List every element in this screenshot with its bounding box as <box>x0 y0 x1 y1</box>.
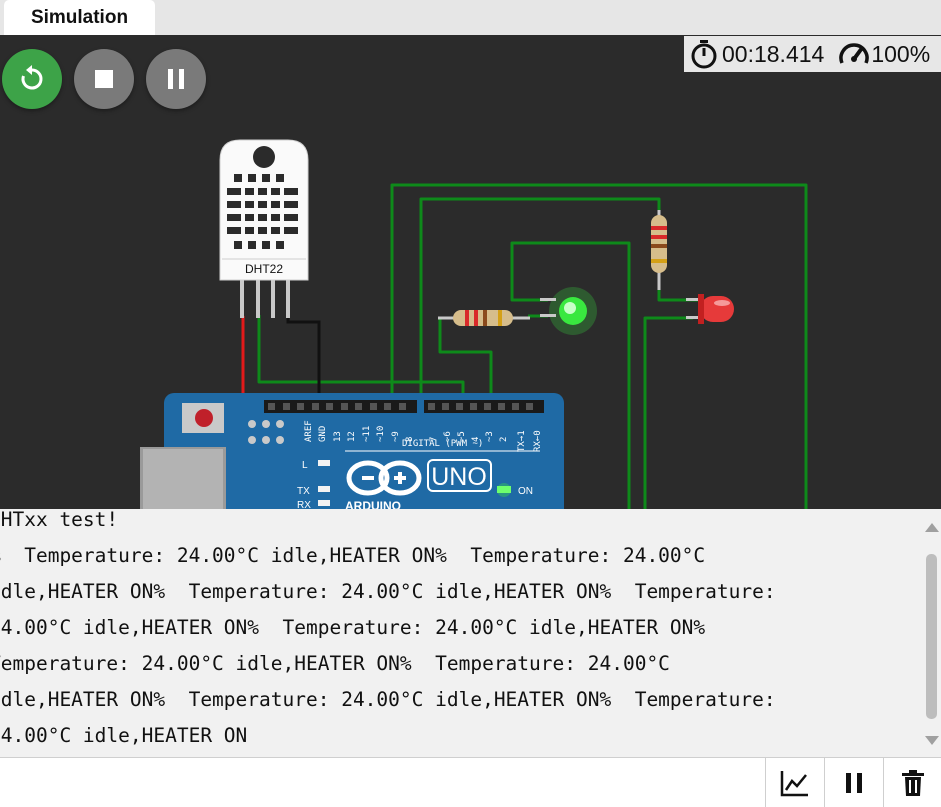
green-led[interactable] <box>540 287 597 335</box>
dht22-label: DHT22 <box>245 262 283 276</box>
speedometer-icon <box>839 43 870 64</box>
trash-icon <box>902 769 924 796</box>
pin-label: ~11 <box>362 426 372 442</box>
pin-label: RX←0 <box>533 430 543 452</box>
chart-icon <box>780 770 808 796</box>
wire-resistor-to-pin3 <box>438 318 493 402</box>
pin-label: TX→1 <box>517 430 527 452</box>
resistor-vertical[interactable] <box>651 210 667 290</box>
red-led[interactable] <box>686 294 734 324</box>
uno-label: UNO <box>431 463 487 491</box>
rx-label: RX <box>297 500 311 509</box>
stop-icon <box>95 70 113 88</box>
serial-output: DHTxx test! % Temperature: 24.00°C idle,… <box>0 509 776 747</box>
tab-simulation[interactable]: Simulation <box>4 0 155 35</box>
dht22-sensor[interactable]: DHT22 <box>219 139 309 318</box>
serial-monitor[interactable]: DHTxx test! % Temperature: 24.00°C idle,… <box>0 509 922 757</box>
simulation-speed: 100% <box>871 40 931 67</box>
simulation-canvas[interactable]: DHT22 AREF GND 13 12 ~11 ~10 ~9 8 7 ~6 ~… <box>0 35 941 509</box>
arduino-brand: ARDUINO <box>345 499 401 509</box>
wire-redled-to-gnd <box>643 316 693 509</box>
resistor-horizontal[interactable] <box>438 310 530 326</box>
on-label: ON <box>518 486 533 497</box>
l-led-label: L <box>302 460 308 471</box>
serial-pause-button[interactable] <box>824 758 883 807</box>
stopwatch-icon <box>691 40 717 69</box>
tab-bar: Simulation <box>0 0 941 35</box>
pin-label: AREF <box>304 420 314 442</box>
wire-dht-gnd <box>286 316 321 402</box>
tx-label: TX <box>297 486 310 497</box>
restart-button[interactable] <box>2 49 62 109</box>
wire-resistor-to-redled <box>657 272 700 302</box>
pin-label: 12 <box>347 431 357 442</box>
arduino-uno[interactable]: AREF GND 13 12 ~11 ~10 ~9 8 7 ~6 ~5 4 ~3… <box>140 393 564 509</box>
simulation-status: 00:18.414 100% <box>684 36 941 72</box>
pin-label: ~3 <box>485 431 495 442</box>
pin-label: GND <box>318 426 328 442</box>
serial-toolbar <box>0 757 941 807</box>
wire-dht-data <box>257 315 465 402</box>
serial-scrollbar[interactable] <box>922 509 941 757</box>
digital-label: DIGITAL (PWM ~) <box>402 439 483 449</box>
stop-button[interactable] <box>74 49 134 109</box>
scroll-down-arrow[interactable] <box>925 736 939 745</box>
pin-label: ~10 <box>376 426 386 442</box>
scroll-up-arrow[interactable] <box>925 523 939 532</box>
circuit-diagram: DHT22 AREF GND 13 12 ~11 ~10 ~9 8 7 ~6 ~… <box>140 139 808 509</box>
plotter-button[interactable] <box>765 758 824 807</box>
clear-serial-button[interactable] <box>883 758 941 807</box>
elapsed-time: 00:18.414 <box>722 40 825 67</box>
pin-label: 13 <box>333 431 343 442</box>
pause-button[interactable] <box>146 49 206 109</box>
pin-label: 2 <box>499 437 509 442</box>
restart-icon <box>21 65 43 90</box>
pin-label: ~9 <box>391 431 401 442</box>
scroll-thumb[interactable] <box>926 554 937 719</box>
pause-icon <box>168 69 184 89</box>
pause-icon <box>846 772 862 793</box>
